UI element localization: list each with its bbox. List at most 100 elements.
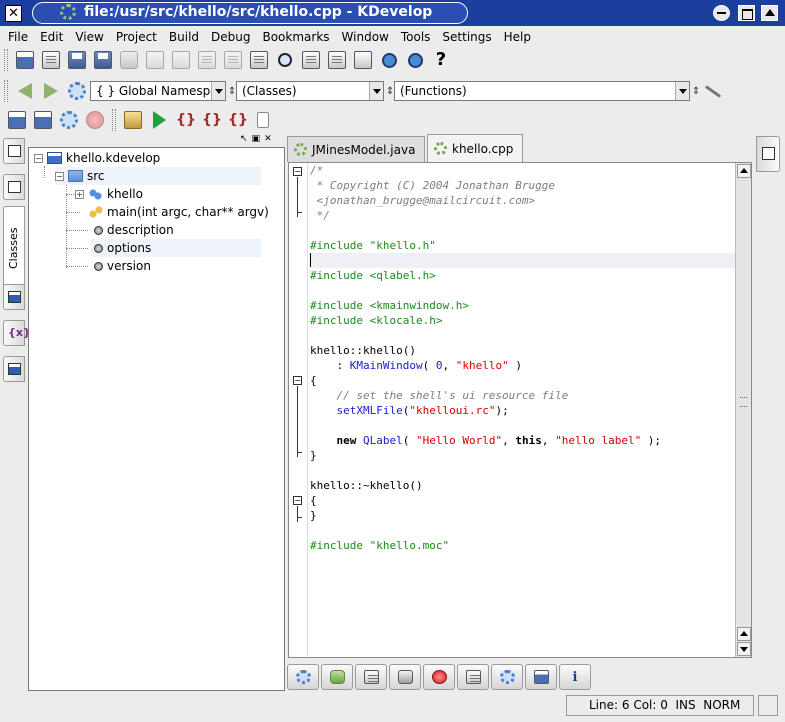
redo-button[interactable] [168,47,194,73]
tree-row-project[interactable]: − khello.kdevelop [34,149,160,167]
tree-row-variable-options[interactable]: options [91,239,261,257]
step-into-button[interactable]: {} [172,107,198,133]
debugger-button[interactable] [491,664,523,690]
collapse-icon[interactable]: − [34,153,43,163]
chevron-down-icon[interactable] [675,82,689,100]
find-in-files-button[interactable] [298,47,324,73]
fold-toggle[interactable]: − [293,496,302,505]
diff-view-button[interactable] [389,664,421,690]
save-all-button[interactable] [90,47,116,73]
paste-button[interactable] [246,47,272,73]
window-close-icon[interactable]: ✕ [5,5,22,22]
layout-button-1[interactable] [4,107,30,133]
tab-khello-cpp[interactable]: khello.cpp [427,134,523,162]
toolbar-grip[interactable] [4,49,8,71]
undo-button[interactable] [142,47,168,73]
documents-tab[interactable] [3,356,25,382]
stop-button[interactable] [82,107,108,133]
forward-button[interactable] [38,78,64,104]
back-button[interactable] [12,78,38,104]
menu-window[interactable]: Window [336,28,395,46]
functions-combo[interactable]: (Functions) [394,81,690,101]
toolbar-grip[interactable] [112,109,116,131]
class-wizard-button[interactable] [64,78,90,104]
variables-tab[interactable]: {x} [3,320,31,346]
document-button[interactable] [250,107,276,133]
zoom-in-button[interactable] [376,47,402,73]
menu-bookmarks[interactable]: Bookmarks [256,28,335,46]
menu-file[interactable]: File [2,28,34,46]
breakpoints-button[interactable] [423,664,455,690]
tree-row-function-main[interactable]: main(int argc, char** argv) [88,203,269,221]
tree-row-class-khello[interactable]: + khello [75,185,143,203]
save-button[interactable] [64,47,90,73]
maximize-button[interactable] [738,5,755,21]
scroll-up-button[interactable] [737,627,751,641]
scope-combo[interactable]: { } Global Namespace) [90,81,226,101]
execute-button[interactable] [146,107,172,133]
new-class-wand-button[interactable] [700,78,726,104]
splitter-handle[interactable]: ⇕ [692,81,700,101]
menu-help[interactable]: Help [498,28,537,46]
shade-button[interactable] [761,5,778,21]
build-target-button[interactable] [324,47,350,73]
toolbar-grip[interactable] [4,80,8,102]
konsole-button[interactable] [525,664,557,690]
splitter-handle[interactable]: ⇕ [386,81,394,101]
menu-settings[interactable]: Settings [436,28,497,46]
fold-toggle[interactable]: − [293,167,302,176]
tab-jminesmodel[interactable]: JMinesModel.java [287,136,425,162]
code-editor[interactable]: − − − /* * Copyright (C) 2004 Jonathan B… [288,162,752,658]
menu-edit[interactable]: Edit [34,28,69,46]
tree-row-variable-description[interactable]: description [91,221,174,239]
minimize-button[interactable] [713,5,730,21]
fullscreen-button[interactable] [350,47,376,73]
zoom-out-button[interactable] [402,47,428,73]
menu-build[interactable]: Build [163,28,205,46]
step-over-button[interactable]: {} [198,107,224,133]
application-view-button[interactable] [321,664,353,690]
splitter-handle[interactable]: ⇕ [228,81,236,101]
scroll-up-button[interactable] [737,164,751,178]
vertical-scrollbar[interactable] [735,163,751,657]
scroll-down-button[interactable] [737,642,751,656]
file-tree-tab[interactable] [3,138,25,164]
panel-undock-icon[interactable]: ▣ [252,134,261,146]
bookmarks-tab[interactable] [3,284,25,310]
right-tool-strip[interactable] [756,136,780,172]
tree-row-src[interactable]: − src [55,167,261,185]
messages-view-button[interactable] [287,664,319,690]
open-project-button[interactable] [12,47,38,73]
step-out-button[interactable]: {} [224,107,250,133]
new-file-button[interactable] [38,47,64,73]
layout-button-2[interactable] [30,107,56,133]
menu-debug[interactable]: Debug [205,28,256,46]
panel-resize-icon[interactable]: ↖ [240,134,248,146]
fold-toggle[interactable]: − [293,376,302,385]
file-selector-tab[interactable] [3,174,25,200]
panel-close-icon[interactable]: ✕ [264,134,272,146]
valgrind-table-button[interactable] [457,664,489,690]
chevron-down-icon[interactable] [211,82,225,100]
documentation-button[interactable]: i [559,664,591,690]
build-project-button[interactable] [120,107,146,133]
classes-combo[interactable]: (Classes) [236,81,384,101]
classes-tab[interactable]: Classes [3,206,25,288]
find-results-button[interactable] [355,664,387,690]
whats-this-button[interactable]: ? [428,47,454,73]
print-button[interactable] [116,47,142,73]
save-all-icon [94,51,112,69]
build-gear-button[interactable] [56,107,82,133]
chevron-down-icon[interactable] [369,82,383,100]
scrollbar-grip[interactable] [740,397,747,407]
cut-button[interactable] [194,47,220,73]
status-bar: Line: 6 Col: 0 INS NORM [0,694,785,718]
copy-button[interactable] [220,47,246,73]
menu-project[interactable]: Project [110,28,163,46]
menu-view[interactable]: View [69,28,109,46]
tree-row-variable-version[interactable]: version [91,257,151,275]
collapse-icon[interactable]: − [55,171,64,181]
menu-tools[interactable]: Tools [395,28,437,46]
find-button[interactable] [272,47,298,73]
expand-icon[interactable]: + [75,189,84,199]
